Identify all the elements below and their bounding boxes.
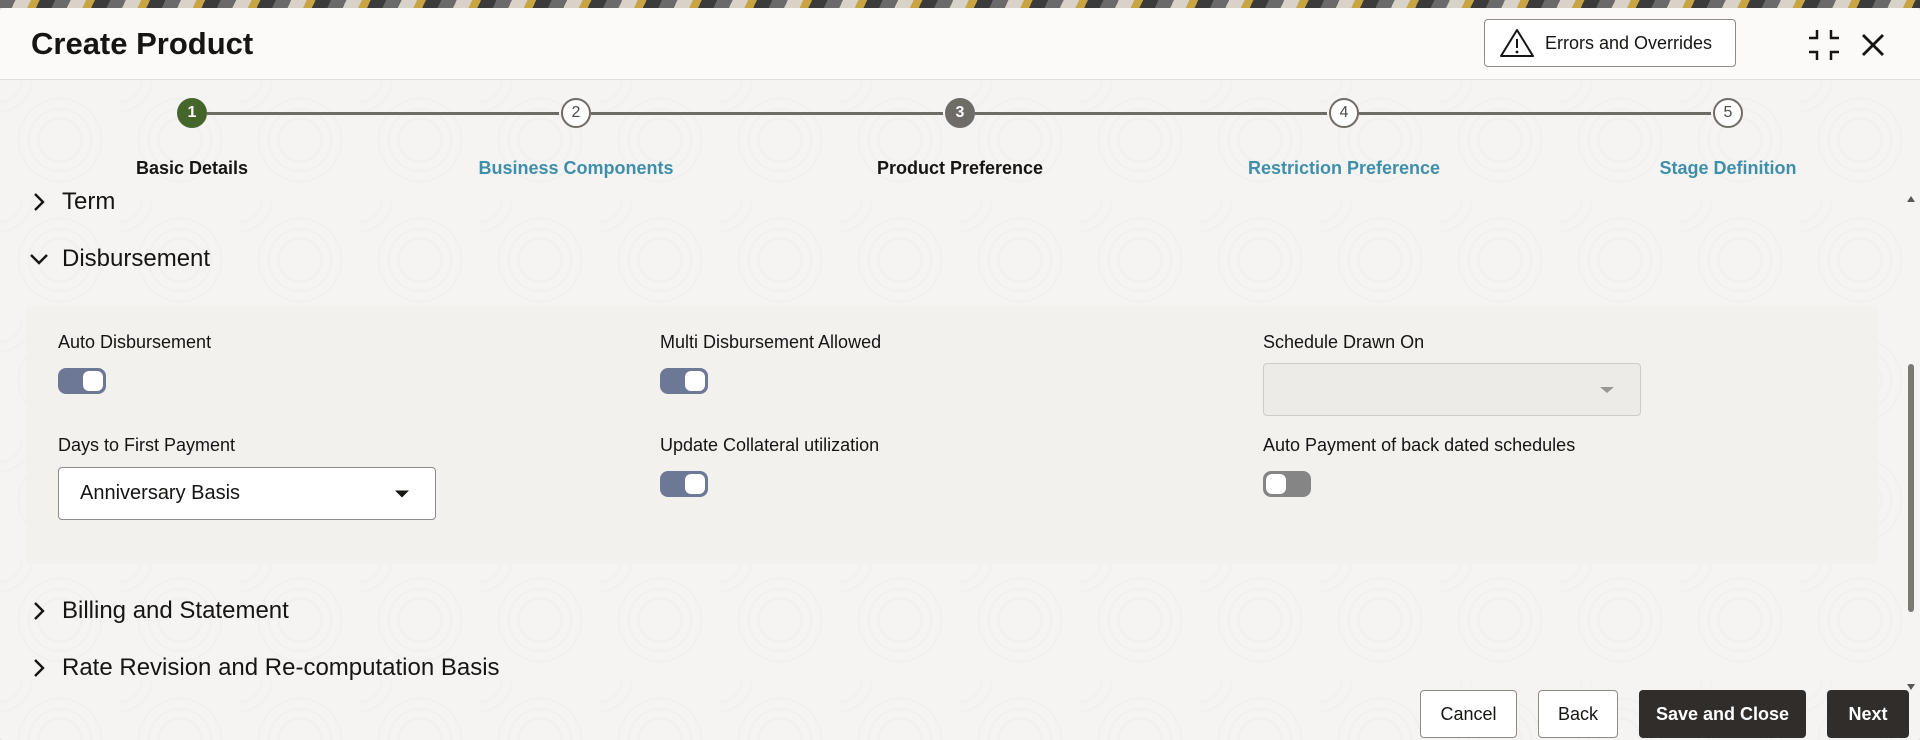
days-to-first-payment-value: Anniversary Basis: [80, 482, 241, 504]
warning-icon: [1500, 29, 1534, 57]
disbursement-panel: Auto Disbursement Multi Disbursement All…: [26, 306, 1878, 564]
cancel-button[interactable]: Cancel: [1420, 690, 1517, 738]
dialog-header: Create Product Errors and Overrides: [0, 8, 1920, 80]
section-rate-revision-label: Rate Revision and Re-computation Basis: [62, 654, 500, 681]
days-to-first-payment-select[interactable]: Anniversary Basis: [58, 467, 436, 520]
vertical-scrollbar[interactable]: [1905, 196, 1917, 696]
train-connector: [591, 112, 943, 115]
train-step-stage-definition[interactable]: 5: [1713, 98, 1743, 128]
errors-and-overrides-button[interactable]: Errors and Overrides: [1484, 19, 1736, 67]
auto-disbursement-label: Auto Disbursement: [58, 332, 212, 352]
update-collateral-toggle[interactable]: [660, 471, 708, 497]
train-label-basic-details[interactable]: Basic Details: [136, 158, 248, 179]
create-product-dialog: Create Product Errors and Overrides 1 2 …: [0, 8, 1920, 740]
train-step-basic-details[interactable]: 1: [177, 98, 207, 128]
scroll-up-arrow-icon[interactable]: [1907, 196, 1915, 202]
train-connector: [975, 112, 1327, 115]
days-to-first-payment-label: Days to First Payment: [58, 435, 236, 455]
scroll-down-arrow-icon[interactable]: [1907, 684, 1915, 690]
train-label-stage-definition[interactable]: Stage Definition: [1659, 158, 1796, 179]
train-step-restriction-preference[interactable]: 4: [1329, 98, 1359, 128]
chevron-right-icon: [34, 659, 45, 677]
train-label-product-preference[interactable]: Product Preference: [877, 158, 1043, 179]
section-billing-and-statement[interactable]: Billing and Statement: [28, 597, 289, 625]
section-disbursement[interactable]: Disbursement: [28, 245, 210, 273]
section-rate-revision[interactable]: Rate Revision and Re-computation Basis: [28, 654, 500, 682]
chevron-right-icon: [34, 602, 45, 620]
scroll-thumb[interactable]: [1908, 364, 1914, 612]
train-step-business-components[interactable]: 2: [561, 98, 591, 128]
train-label-restriction-preference[interactable]: Restriction Preference: [1248, 158, 1440, 179]
save-and-close-button[interactable]: Save and Close: [1639, 690, 1806, 738]
back-button[interactable]: Back: [1538, 690, 1618, 738]
dialog-title: Create Product: [31, 26, 254, 61]
section-billing-label: Billing and Statement: [62, 597, 289, 624]
section-disbursement-label: Disbursement: [62, 245, 211, 272]
section-term[interactable]: Term: [28, 188, 115, 216]
update-collateral-label: Update Collateral utilization: [660, 435, 880, 455]
background-strip: [0, 0, 1920, 8]
dropdown-caret-icon: [1600, 386, 1614, 393]
chevron-right-icon: [34, 193, 45, 211]
auto-disbursement-toggle[interactable]: [58, 368, 106, 394]
close-icon[interactable]: [1856, 28, 1890, 62]
schedule-drawn-on-select[interactable]: [1263, 363, 1641, 416]
chevron-down-icon: [30, 254, 48, 265]
collapse-icon[interactable]: [1807, 28, 1841, 62]
train-label-business-components[interactable]: Business Components: [478, 158, 673, 179]
next-button[interactable]: Next: [1827, 690, 1909, 738]
multi-disbursement-toggle[interactable]: [660, 368, 708, 394]
dropdown-caret-icon: [395, 490, 409, 497]
train-connector: [207, 112, 559, 115]
toggle-knob: [685, 474, 705, 494]
auto-payment-back-dated-toggle[interactable]: [1263, 471, 1311, 497]
errors-and-overrides-label: Errors and Overrides: [1545, 32, 1713, 53]
multi-disbursement-label: Multi Disbursement Allowed: [660, 332, 882, 352]
toggle-knob: [83, 371, 103, 391]
toggle-knob: [685, 371, 705, 391]
train-step-product-preference[interactable]: 3: [945, 98, 975, 128]
schedule-drawn-on-label: Schedule Drawn On: [1263, 332, 1425, 352]
toggle-knob: [1266, 474, 1286, 494]
train-connector: [1359, 112, 1711, 115]
auto-payment-back-dated-label: Auto Payment of back dated schedules: [1263, 435, 1576, 455]
section-term-label: Term: [62, 188, 116, 215]
